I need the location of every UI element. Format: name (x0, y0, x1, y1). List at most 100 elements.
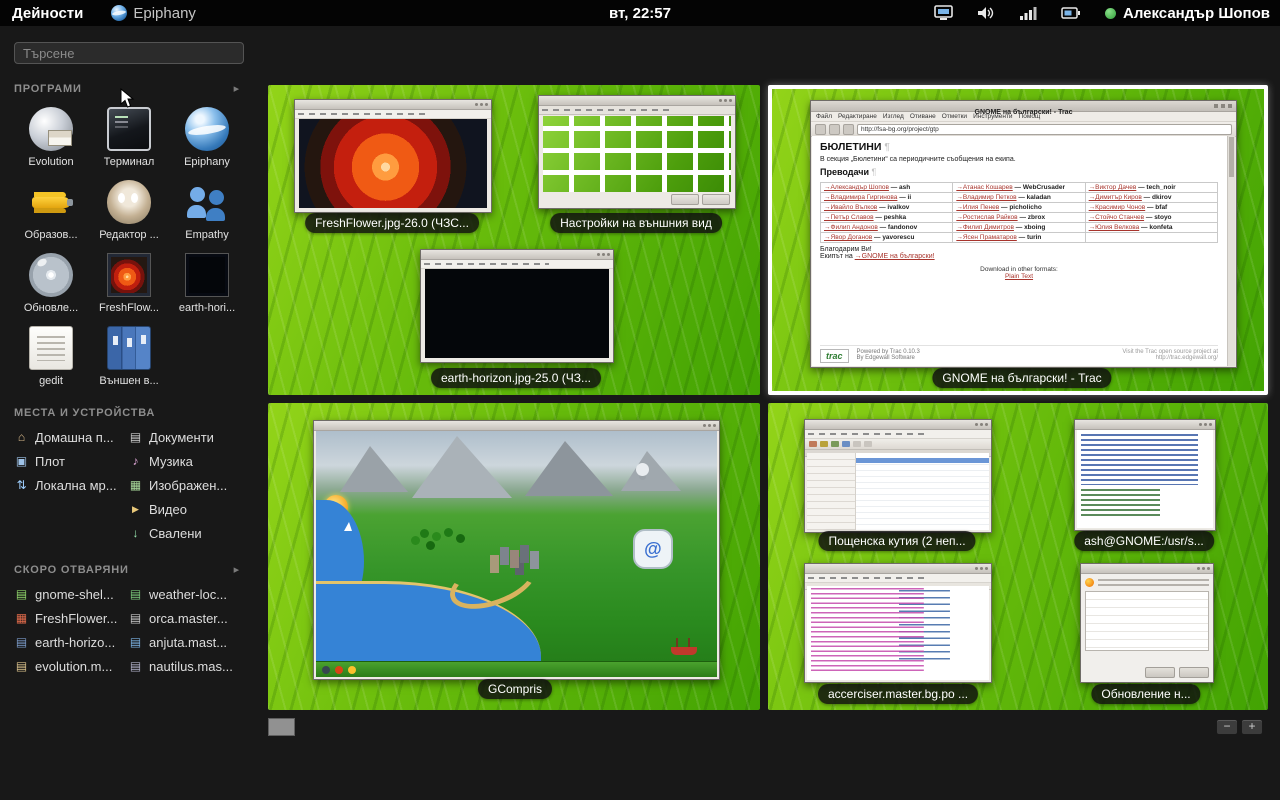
workspace-4[interactable]: Пощенска кутия (2 неп... ash@GNOME:/usr/… (768, 403, 1268, 710)
app-label: earth-hori... (179, 302, 235, 314)
titlebar (805, 420, 991, 430)
recent-file-icon (128, 659, 143, 674)
app-icon (107, 107, 151, 151)
app-tile[interactable]: Външен в... (90, 322, 168, 389)
message-list (856, 453, 989, 530)
display-icon[interactable] (934, 5, 953, 21)
window-gimp-earth[interactable] (420, 249, 614, 363)
workspace-3[interactable]: GCompris (268, 403, 760, 710)
app-tile[interactable]: Терминал (90, 103, 168, 170)
recent-label: anjuta.mast... (149, 635, 227, 650)
recent-file-icon (128, 587, 143, 602)
mountain (412, 436, 512, 498)
app-icon (185, 253, 229, 297)
place-icon (128, 430, 143, 445)
gnome-shell-overview: Дейности Epiphany вт, 22:57 Александър Ш… (0, 0, 1280, 800)
top-bar: Дейности Epiphany вт, 22:57 Александър Ш… (0, 0, 1280, 26)
app-label: FreshFlow... (99, 302, 159, 314)
place-label: Изображен... (149, 478, 227, 493)
place-item[interactable]: Свалени (128, 521, 242, 545)
translator-cell: →Александър Шопов — ash (821, 183, 953, 193)
recent-item[interactable]: orca.master... (128, 606, 242, 630)
add-workspace-button[interactable]: + (1241, 719, 1263, 735)
workspace-2-active[interactable]: GNOME на български! - Trac Файл Редактир… (768, 85, 1268, 395)
recent-item[interactable]: weather-loc... (128, 582, 242, 606)
app-tile[interactable]: Обновле... (12, 249, 90, 316)
app-tile[interactable]: Empathy (168, 176, 246, 243)
window-caption: ash@GNOME:/usr/s... (1074, 531, 1214, 551)
programs-expand-icon[interactable]: ▸ (234, 82, 240, 95)
app-icon (107, 326, 151, 370)
recent-item[interactable]: nautilus.mas... (128, 654, 242, 678)
app-icon (29, 253, 73, 297)
window-gcompris[interactable] (313, 420, 720, 680)
page-subheading: Преводачи ¶ (820, 167, 1218, 177)
focused-app-menu[interactable]: Epiphany (111, 5, 196, 22)
volume-icon[interactable] (977, 5, 995, 21)
menu-item: Отметки (942, 113, 967, 120)
app-tile[interactable]: earth-hori... (168, 249, 246, 316)
battery-icon[interactable] (1061, 5, 1081, 21)
clock[interactable]: вт, 22:57 (609, 5, 671, 22)
app-tile[interactable]: Evolution (12, 103, 90, 170)
window-update-manager[interactable] (1080, 563, 1214, 683)
place-item[interactable]: Документи (128, 425, 242, 449)
window-evolution-inbox[interactable] (804, 419, 992, 533)
red-boat (671, 647, 697, 655)
network-signal-icon[interactable] (1019, 5, 1037, 21)
window-appearance-preferences[interactable] (538, 95, 736, 209)
mountain (525, 441, 613, 496)
place-item[interactable]: Видео (128, 497, 242, 521)
place-label: Плот (35, 454, 65, 469)
window-terminal[interactable] (1074, 419, 1216, 531)
window-gimp-freshflower[interactable] (294, 99, 492, 213)
recent-file-icon (14, 659, 29, 674)
recent-item[interactable]: evolution.m... (14, 654, 128, 678)
recent-label: orca.master... (149, 611, 228, 626)
remove-workspace-button[interactable]: − (1216, 719, 1238, 735)
recent-item[interactable]: earth-horizo... (14, 630, 128, 654)
visit-url: http://trac.edgewall.org/ (1122, 355, 1218, 361)
translator-cell: →Виктор Дачев — tech_noir (1086, 183, 1218, 193)
app-tile[interactable]: Редактор ... (90, 176, 168, 243)
sidebar: ПРОГРАМИ ▸ Evolution Терминал Epiphany (0, 26, 258, 800)
window-epiphany-trac[interactable]: GNOME на български! - Trac Файл Редактир… (810, 100, 1237, 368)
place-item[interactable]: Плот (14, 449, 128, 473)
scrollbar[interactable] (1227, 136, 1235, 366)
recent-list: gnome-shel... FreshFlower... earth-horiz… (0, 576, 258, 678)
app-tile[interactable]: Образов... (12, 176, 90, 243)
update-icon (1085, 578, 1094, 587)
translator-cell: →Владимира Гиргинова — ii (821, 193, 953, 203)
recent-item[interactable]: gnome-shel... (14, 582, 128, 606)
app-tile[interactable]: Epiphany (168, 103, 246, 170)
activities-button[interactable]: Дейности (0, 5, 95, 22)
page-heading: Бюлетини ¶ (820, 141, 1218, 153)
user-menu[interactable]: Александър Шопов (1105, 5, 1270, 22)
flower-image (299, 119, 487, 208)
menu-item: Изглед (883, 113, 904, 120)
recent-item[interactable]: anjuta.mast... (128, 630, 242, 654)
workspace-1[interactable]: FreshFlower.jpg-26.0 (ЧЗС... Настройки н… (268, 85, 760, 395)
window-caption: earth-horizon.jpg-25.0 (ЧЗ... (431, 368, 601, 388)
place-icon (128, 502, 143, 517)
mountain (621, 451, 681, 491)
place-item[interactable]: Изображен... (128, 473, 242, 497)
place-item[interactable]: Домашна п... (14, 425, 128, 449)
app-tile[interactable]: FreshFlow... (90, 249, 168, 316)
place-item[interactable]: Локална мр... (14, 473, 128, 497)
workspace-indicator[interactable] (268, 718, 295, 736)
search-input[interactable] (14, 42, 244, 64)
place-item[interactable]: Музика (128, 449, 242, 473)
place-icon (128, 454, 143, 469)
recent-item[interactable]: FreshFlower... (14, 606, 128, 630)
recent-expand-icon[interactable]: ▸ (234, 563, 240, 576)
app-tile[interactable]: gedit (12, 322, 90, 389)
scrollbar-thumb[interactable] (1229, 137, 1234, 177)
toolbar (805, 439, 991, 450)
app-icon (185, 180, 229, 224)
app-label: Обновле... (24, 302, 78, 314)
window-po-editor[interactable] (804, 563, 992, 683)
place-label: Документи (149, 430, 214, 445)
focused-app-label: Epiphany (133, 5, 196, 22)
translator-cell: →Ясен Праматаров — turin (953, 233, 1085, 243)
